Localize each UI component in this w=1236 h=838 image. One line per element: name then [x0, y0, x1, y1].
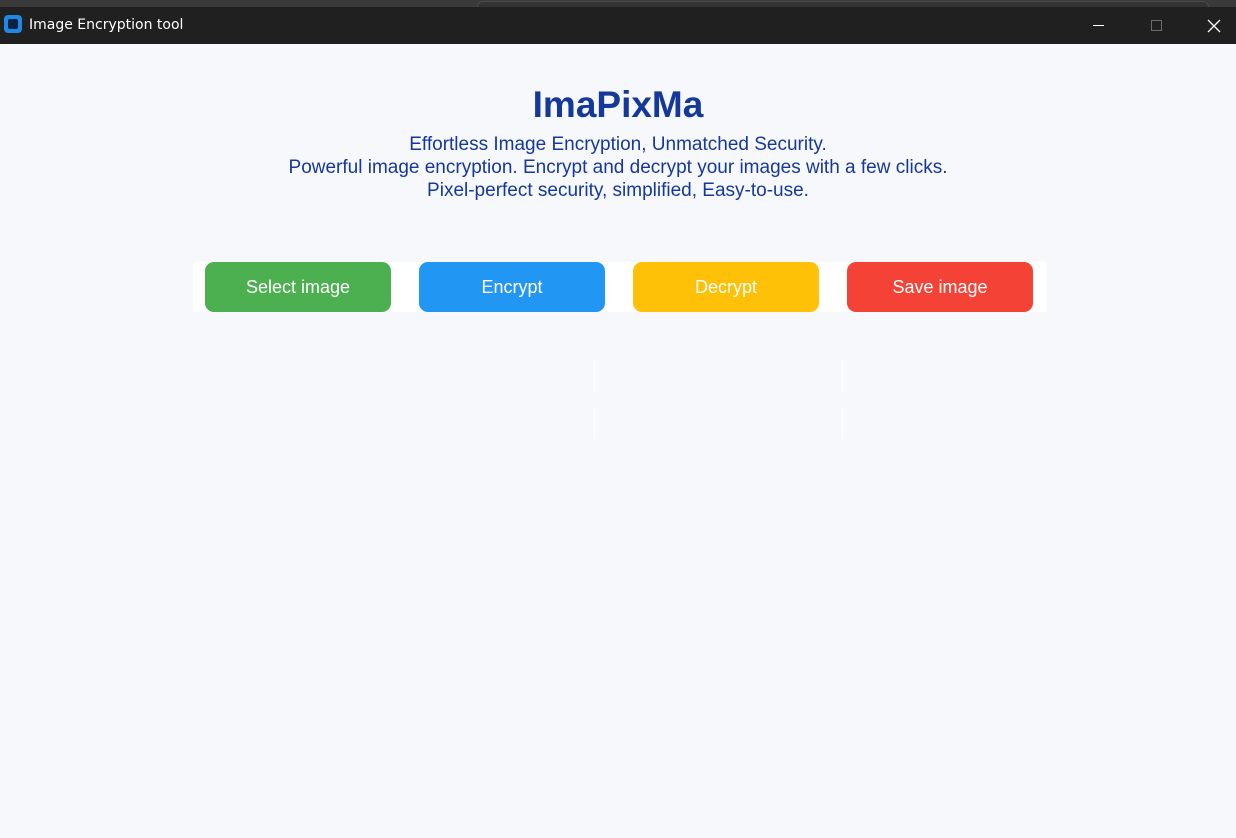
encrypt-button[interactable]: Encrypt: [419, 262, 605, 312]
app-icon: [4, 15, 22, 33]
button-panel: Select image Encrypt Decrypt Save image: [193, 262, 1047, 312]
minimize-icon: [1092, 25, 1104, 26]
image-area-divider: [842, 406, 843, 438]
app-name-heading: ImaPixMa: [532, 84, 704, 125]
tagline-3: Pixel-perfect security, simplified, Easy…: [427, 180, 809, 201]
window-title: Image Encryption tool: [29, 17, 184, 33]
minimize-button[interactable]: [1075, 7, 1121, 44]
title-bar[interactable]: Image Encryption tool: [0, 7, 1236, 44]
decrypt-button[interactable]: Decrypt: [633, 262, 819, 312]
maximize-button[interactable]: [1133, 7, 1179, 44]
select-image-button[interactable]: Select image: [205, 262, 391, 312]
maximize-icon: [1150, 20, 1162, 31]
image-area-divider: [842, 360, 843, 392]
image-area-divider: [594, 360, 595, 392]
close-button[interactable]: [1191, 7, 1236, 44]
main-window-content: ImaPixMa Effortless Image Encryption, Un…: [0, 44, 1236, 838]
save-image-button[interactable]: Save image: [847, 262, 1033, 312]
close-icon: [1207, 19, 1221, 32]
tagline-2: Powerful image encryption. Encrypt and d…: [288, 157, 948, 178]
image-area-divider: [594, 406, 595, 438]
background-window-strip: [0, 0, 1236, 8]
tagline-1: Effortless Image Encryption, Unmatched S…: [409, 134, 827, 155]
